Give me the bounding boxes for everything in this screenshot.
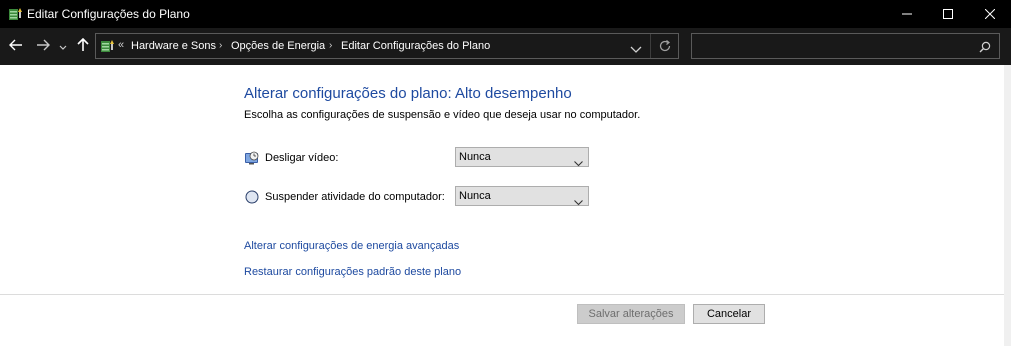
page-subtitle: Escolha as configurações de suspensão e … <box>244 109 641 121</box>
monitor-icon <box>244 150 260 166</box>
arrow-up-icon <box>77 37 89 57</box>
refresh-icon[interactable] <box>658 39 672 53</box>
title-bar: Editar Configurações do Plano <box>0 0 1011 28</box>
page-title: Alterar configurações do plano: Alto des… <box>244 85 572 102</box>
breadcrumb-overflow[interactable]: « <box>118 39 124 51</box>
turn-off-display-value: Nunca <box>459 151 491 163</box>
address-divider <box>650 34 651 58</box>
address-bar[interactable]: « Hardware e Sons › Opções de Energia › … <box>95 33 679 59</box>
close-icon <box>985 9 995 19</box>
power-options-icon <box>7 6 23 22</box>
window-title: Editar Configurações do Plano <box>27 7 190 21</box>
chevron-down-icon[interactable] <box>630 41 644 53</box>
maximize-button[interactable] <box>929 0 967 28</box>
moon-icon <box>244 189 260 205</box>
chevron-down-icon <box>59 38 67 56</box>
chevron-down-icon <box>574 154 583 167</box>
sleep-label: Suspender atividade do computador: <box>265 191 445 203</box>
arrow-left-icon <box>9 38 23 56</box>
breadcrumb-separator[interactable]: › <box>219 40 222 51</box>
sleep-value: Nunca <box>459 190 491 202</box>
maximize-icon <box>943 9 953 19</box>
up-button[interactable] <box>73 37 93 57</box>
cancel-button[interactable]: Cancelar <box>693 304 765 324</box>
breadcrumb-separator[interactable]: › <box>329 40 332 51</box>
advanced-power-settings-link[interactable]: Alterar configurações de energia avançad… <box>244 240 459 252</box>
save-changes-button[interactable]: Salvar alterações <box>577 304 685 324</box>
close-button[interactable] <box>971 0 1009 28</box>
control-panel-icon <box>99 38 115 54</box>
vertical-scrollbar[interactable] <box>1004 65 1011 346</box>
forward-button[interactable] <box>33 37 53 57</box>
back-button[interactable] <box>6 37 26 57</box>
restore-defaults-link[interactable]: Restaurar configurações padrão deste pla… <box>244 266 461 278</box>
sleep-select[interactable]: Nunca <box>455 186 589 206</box>
breadcrumb-item-edit-plan[interactable]: Editar Configurações do Plano <box>341 40 490 52</box>
breadcrumb-item-hardware[interactable]: Hardware e Sons <box>131 40 216 52</box>
search-icon[interactable] <box>979 40 991 53</box>
footer-divider <box>0 294 1004 295</box>
minimize-icon <box>902 9 912 19</box>
recent-locations-button[interactable] <box>56 37 70 57</box>
turn-off-display-select[interactable]: Nunca <box>455 147 589 167</box>
chevron-down-icon <box>574 193 583 206</box>
turn-off-display-label: Desligar vídeo: <box>265 152 339 164</box>
arrow-right-icon <box>36 38 50 56</box>
breadcrumb-item-power-options[interactable]: Opções de Energia <box>231 40 325 52</box>
search-box[interactable] <box>691 33 1000 59</box>
minimize-button[interactable] <box>888 0 926 28</box>
